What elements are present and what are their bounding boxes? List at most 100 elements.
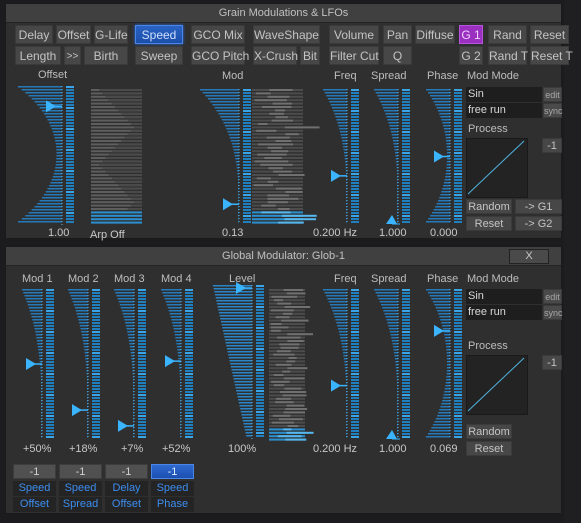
step-value [261, 211, 291, 214]
global-wave-select[interactable]: Sin [466, 289, 542, 304]
taper-line [21, 218, 62, 220]
param-button-gco-pitch[interactable]: GCO Pitch [191, 46, 249, 65]
global-phase-slider[interactable] [424, 289, 464, 439]
random-button[interactable]: Random [466, 199, 512, 214]
global-step-pattern-display[interactable] [267, 289, 314, 443]
meter-segment [256, 315, 264, 317]
mod4-slider[interactable] [159, 289, 195, 439]
param-button-birth[interactable]: Birth [84, 46, 128, 65]
meter-segment [185, 397, 193, 399]
param-button-pan[interactable]: Pan [383, 25, 412, 44]
mod2-target-2[interactable]: Spread [59, 497, 102, 512]
global-reset-button[interactable]: Reset [466, 441, 512, 456]
spread-slider[interactable] [372, 89, 412, 225]
meter-segment [138, 298, 146, 300]
param-button-speed[interactable]: Speed [135, 25, 183, 44]
edit-wave-button[interactable]: edit [543, 87, 562, 102]
meter-segment [402, 391, 410, 393]
sync-button[interactable]: sync [543, 103, 563, 118]
taper-line [426, 89, 450, 91]
mod2-slider[interactable] [66, 289, 102, 439]
group-button-g2[interactable]: G 2 [459, 46, 483, 65]
mod2-invert-button[interactable]: -1 [59, 464, 102, 479]
reset-mod-button[interactable]: Reset [466, 216, 512, 231]
global-edit-wave-button[interactable]: edit [543, 289, 562, 304]
global-spread-slider[interactable] [372, 289, 412, 440]
param-button-delay[interactable]: Delay [15, 25, 53, 44]
mod3-target-1[interactable]: Delay [105, 481, 148, 496]
slider-handle[interactable] [72, 404, 88, 417]
mod1-invert-button[interactable]: -1 [13, 464, 56, 479]
level-slider[interactable] [211, 282, 266, 439]
param-button-g-life[interactable]: G-Life [94, 25, 128, 44]
step-pattern-display[interactable] [250, 89, 320, 227]
freq-slider[interactable] [321, 89, 361, 224]
mod4-target-2[interactable]: Phase [151, 497, 194, 512]
mod4-invert-button[interactable]: -1 [151, 464, 194, 479]
param-button-bit[interactable]: Bit [300, 46, 320, 65]
copy-to-g1-button[interactable]: -> G1 [515, 199, 562, 214]
rand-t-button[interactable]: Rand T [488, 46, 528, 65]
param-button-offset[interactable]: Offset [56, 25, 91, 44]
slider-handle[interactable] [331, 379, 347, 392]
mod3-target-2[interactable]: Offset [105, 497, 148, 512]
meter-segment [185, 427, 193, 429]
mod4-value: +52% [162, 443, 191, 455]
taper-line [220, 318, 252, 320]
process-invert-button[interactable]: -1 [542, 138, 562, 153]
global-process-invert-button[interactable]: -1 [542, 355, 562, 370]
phase-slider[interactable] [424, 89, 464, 224]
run-mode-select[interactable]: free run [466, 103, 542, 118]
meter-segment [454, 415, 462, 417]
meter-segment [454, 101, 462, 103]
slider-handle[interactable] [165, 355, 181, 368]
meter-segment [256, 300, 264, 302]
param-button-filter-cut[interactable]: Filter Cut [329, 46, 379, 65]
global-freq-slider[interactable] [321, 289, 361, 439]
meter-segment [256, 393, 264, 395]
copy-to-g2-button[interactable]: -> G2 [515, 216, 562, 231]
slider-handle[interactable] [26, 358, 42, 370]
param-button-diffuse[interactable]: Diffuse [415, 25, 455, 44]
slider-handle[interactable] [223, 198, 239, 211]
rand-button[interactable]: Rand [488, 25, 527, 44]
global-run-mode-select[interactable]: free run [466, 305, 542, 320]
meter-segment [138, 310, 146, 312]
param-button-q[interactable]: Q [383, 46, 412, 65]
global-random-button[interactable]: Random [466, 424, 512, 439]
mod1-slider[interactable] [20, 289, 56, 439]
global-sync-button[interactable]: sync [543, 305, 563, 320]
param-button-gco-mix[interactable]: GCO Mix [191, 25, 245, 44]
meter-segment [256, 285, 264, 287]
mod1-target-1[interactable]: Speed [13, 481, 56, 496]
mod3-invert-button[interactable]: -1 [105, 464, 148, 479]
mod2-target-1[interactable]: Speed [59, 481, 102, 496]
mod1-target-2[interactable]: Offset [13, 497, 56, 512]
global-process-label: Process [468, 340, 508, 352]
slider-handle[interactable] [118, 419, 134, 432]
slider-handle[interactable] [331, 169, 347, 182]
taper-line [172, 322, 181, 324]
param-button-length[interactable]: Length [15, 46, 61, 65]
mod3-slider[interactable] [112, 289, 148, 439]
meter-segment [351, 352, 359, 354]
reset-button[interactable]: Reset [530, 25, 569, 44]
close-button[interactable]: X [509, 249, 549, 264]
param-button-sweep[interactable]: Sweep [135, 46, 183, 65]
reset-t-button[interactable]: Reset T [530, 46, 573, 65]
mod-slider[interactable] [198, 89, 253, 224]
param-button-x-crush[interactable]: X-Crush [253, 46, 298, 65]
param-button-waveshape[interactable]: WaveShape [253, 25, 320, 44]
taper-line [122, 313, 134, 315]
offset-slider[interactable] [16, 86, 76, 226]
group-button-g1[interactable]: G 1 [459, 25, 483, 44]
taper-line [446, 349, 450, 351]
mod4-target-1[interactable]: Speed [151, 481, 194, 496]
process-curve-display[interactable] [466, 138, 528, 198]
global-process-curve-display[interactable] [466, 355, 528, 415]
taper-line [378, 98, 398, 100]
param-button-volume[interactable]: Volume [329, 25, 379, 44]
wave-select[interactable]: Sin [466, 87, 542, 102]
expand-button[interactable]: >> [64, 46, 81, 65]
arp-pattern-display[interactable] [89, 89, 144, 227]
